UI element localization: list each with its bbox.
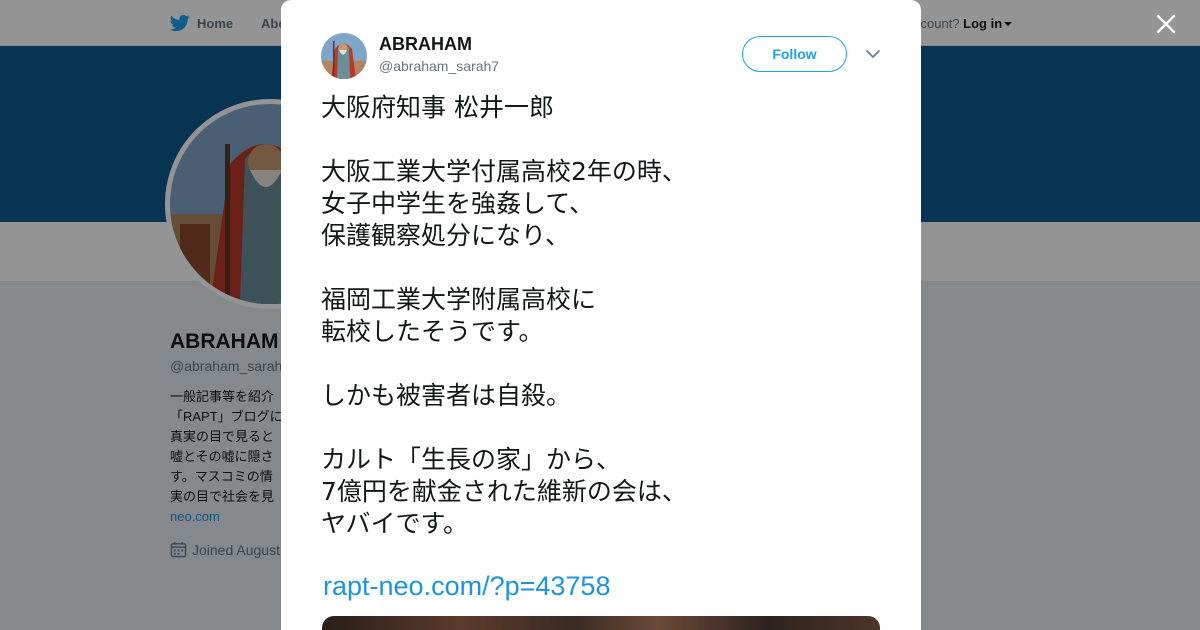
avatar-illustration (321, 33, 367, 79)
tweet-media-image[interactable] (322, 616, 880, 630)
tweet-author-handle[interactable]: @abraham_sarah7 (379, 58, 499, 74)
tweet-text: 大阪府知事 松井一郎 大阪工業大学付属高校2年の時、 女子中学生を強姦して、 保… (321, 93, 687, 538)
tweet-author-name[interactable]: ABRAHAM (379, 34, 472, 55)
tweet-link[interactable]: rapt-neo.com/?p=43758 (323, 571, 610, 602)
chevron-down-icon[interactable] (865, 46, 881, 62)
close-icon[interactable] (1155, 13, 1177, 35)
tweet-avatar[interactable] (321, 33, 367, 79)
tweet-modal: ABRAHAM @abraham_sarah7 Follow 大阪府知事 松井一… (281, 0, 921, 630)
follow-button[interactable]: Follow (742, 36, 847, 72)
